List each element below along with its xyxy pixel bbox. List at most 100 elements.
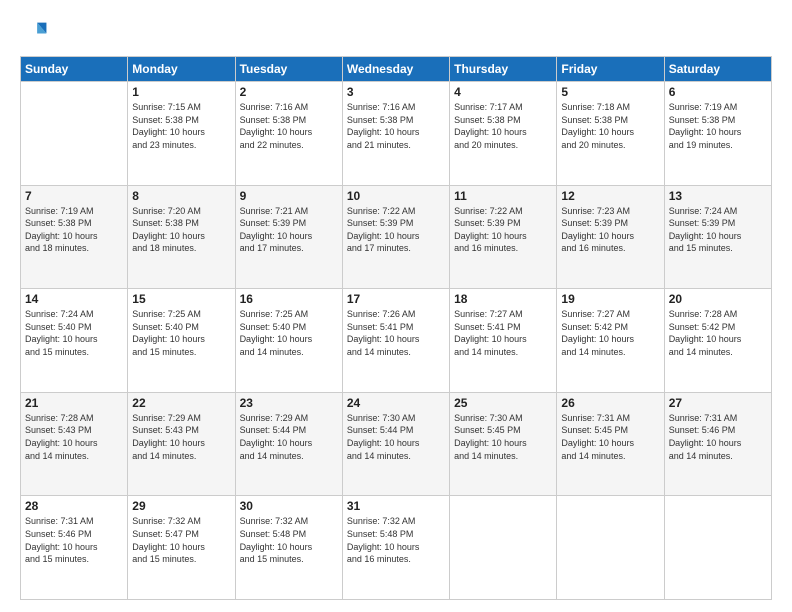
day-info: Sunrise: 7:19 AM Sunset: 5:38 PM Dayligh… [25,205,123,255]
day-of-week-header: Friday [557,57,664,82]
calendar-day-cell: 21 Sunrise: 7:28 AM Sunset: 5:43 PM Dayli… [21,392,128,496]
calendar-day-cell [450,496,557,600]
calendar-week-row: 1Sunrise: 7:15 AM Sunset: 5:38 PM Daylig… [21,82,772,186]
calendar-day-cell: 8 Sunrise: 7:20 AM Sunset: 5:38 PM Daylig… [128,185,235,289]
day-number: 19 [561,292,659,306]
day-info: Sunrise: 7:16 AM Sunset: 5:38 PM Dayligh… [240,101,338,151]
day-number: 20 [669,292,767,306]
calendar-day-cell: 26Sunrise: 7:31 AM Sunset: 5:45 PM Dayli… [557,392,664,496]
calendar-day-cell [21,82,128,186]
day-info: Sunrise: 7:32 AM Sunset: 5:48 PM Dayligh… [347,515,445,565]
day-number: 18 [454,292,552,306]
calendar-day-cell: 2 Sunrise: 7:16 AM Sunset: 5:38 PM Daylig… [235,82,342,186]
day-of-week-header: Saturday [664,57,771,82]
calendar-day-cell: 19 Sunrise: 7:27 AM Sunset: 5:42 PM Dayli… [557,289,664,393]
day-number: 17 [347,292,445,306]
calendar-day-cell: 5Sunrise: 7:18 AM Sunset: 5:38 PM Daylig… [557,82,664,186]
day-number: 2 [240,85,338,99]
day-number: 8 [132,189,230,203]
day-of-week-header: Monday [128,57,235,82]
calendar-day-cell: 6 Sunrise: 7:19 AM Sunset: 5:38 PM Daylig… [664,82,771,186]
day-of-week-header: Sunday [21,57,128,82]
calendar-day-cell: 24 Sunrise: 7:30 AM Sunset: 5:44 PM Dayli… [342,392,449,496]
day-number: 11 [454,189,552,203]
calendar-day-cell: 27Sunrise: 7:31 AM Sunset: 5:46 PM Dayli… [664,392,771,496]
calendar-week-row: 14Sunrise: 7:24 AM Sunset: 5:40 PM Dayli… [21,289,772,393]
day-number: 4 [454,85,552,99]
calendar-day-cell: 10 Sunrise: 7:22 AM Sunset: 5:39 PM Dayli… [342,185,449,289]
calendar-day-cell: 20 Sunrise: 7:28 AM Sunset: 5:42 PM Dayli… [664,289,771,393]
calendar-week-row: 21 Sunrise: 7:28 AM Sunset: 5:43 PM Dayli… [21,392,772,496]
day-info: Sunrise: 7:24 AM Sunset: 5:40 PM Dayligh… [25,308,123,358]
day-info: Sunrise: 7:22 AM Sunset: 5:39 PM Dayligh… [347,205,445,255]
calendar-day-cell: 14Sunrise: 7:24 AM Sunset: 5:40 PM Dayli… [21,289,128,393]
page: SundayMondayTuesdayWednesdayThursdayFrid… [0,0,792,612]
calendar-day-cell: 9 Sunrise: 7:21 AM Sunset: 5:39 PM Daylig… [235,185,342,289]
calendar-day-cell: 18 Sunrise: 7:27 AM Sunset: 5:41 PM Dayli… [450,289,557,393]
calendar-week-row: 28 Sunrise: 7:31 AM Sunset: 5:46 PM Dayli… [21,496,772,600]
day-info: Sunrise: 7:22 AM Sunset: 5:39 PM Dayligh… [454,205,552,255]
calendar-day-cell: 11 Sunrise: 7:22 AM Sunset: 5:39 PM Dayli… [450,185,557,289]
day-info: Sunrise: 7:25 AM Sunset: 5:40 PM Dayligh… [132,308,230,358]
day-info: Sunrise: 7:20 AM Sunset: 5:38 PM Dayligh… [132,205,230,255]
calendar-day-cell: 1Sunrise: 7:15 AM Sunset: 5:38 PM Daylig… [128,82,235,186]
day-number: 29 [132,499,230,513]
logo-icon [20,18,48,46]
calendar-day-cell: 31 Sunrise: 7:32 AM Sunset: 5:48 PM Dayli… [342,496,449,600]
day-number: 25 [454,396,552,410]
day-info: Sunrise: 7:17 AM Sunset: 5:38 PM Dayligh… [454,101,552,151]
day-info: Sunrise: 7:23 AM Sunset: 5:39 PM Dayligh… [561,205,659,255]
day-info: Sunrise: 7:30 AM Sunset: 5:45 PM Dayligh… [454,412,552,462]
day-info: Sunrise: 7:24 AM Sunset: 5:39 PM Dayligh… [669,205,767,255]
day-number: 10 [347,189,445,203]
day-number: 12 [561,189,659,203]
day-info: Sunrise: 7:27 AM Sunset: 5:41 PM Dayligh… [454,308,552,358]
day-number: 13 [669,189,767,203]
calendar-day-cell: 23 Sunrise: 7:29 AM Sunset: 5:44 PM Dayli… [235,392,342,496]
day-info: Sunrise: 7:29 AM Sunset: 5:44 PM Dayligh… [240,412,338,462]
day-info: Sunrise: 7:25 AM Sunset: 5:40 PM Dayligh… [240,308,338,358]
day-number: 3 [347,85,445,99]
day-info: Sunrise: 7:29 AM Sunset: 5:43 PM Dayligh… [132,412,230,462]
calendar-day-cell: 17Sunrise: 7:26 AM Sunset: 5:41 PM Dayli… [342,289,449,393]
calendar-day-cell: 13 Sunrise: 7:24 AM Sunset: 5:39 PM Dayli… [664,185,771,289]
day-info: Sunrise: 7:30 AM Sunset: 5:44 PM Dayligh… [347,412,445,462]
calendar-day-cell: 30Sunrise: 7:32 AM Sunset: 5:48 PM Dayli… [235,496,342,600]
day-of-week-header: Tuesday [235,57,342,82]
day-number: 30 [240,499,338,513]
day-number: 6 [669,85,767,99]
day-info: Sunrise: 7:19 AM Sunset: 5:38 PM Dayligh… [669,101,767,151]
calendar-day-cell: 4 Sunrise: 7:17 AM Sunset: 5:38 PM Daylig… [450,82,557,186]
day-number: 7 [25,189,123,203]
calendar-day-cell: 3 Sunrise: 7:16 AM Sunset: 5:38 PM Daylig… [342,82,449,186]
calendar-table: SundayMondayTuesdayWednesdayThursdayFrid… [20,56,772,600]
day-info: Sunrise: 7:27 AM Sunset: 5:42 PM Dayligh… [561,308,659,358]
calendar-day-cell [664,496,771,600]
day-info: Sunrise: 7:31 AM Sunset: 5:46 PM Dayligh… [669,412,767,462]
day-number: 31 [347,499,445,513]
day-number: 16 [240,292,338,306]
calendar-day-cell: 15Sunrise: 7:25 AM Sunset: 5:40 PM Dayli… [128,289,235,393]
day-info: Sunrise: 7:32 AM Sunset: 5:47 PM Dayligh… [132,515,230,565]
calendar-day-cell [557,496,664,600]
day-info: Sunrise: 7:21 AM Sunset: 5:39 PM Dayligh… [240,205,338,255]
header [20,18,772,46]
calendar-day-cell: 12 Sunrise: 7:23 AM Sunset: 5:39 PM Dayli… [557,185,664,289]
day-number: 9 [240,189,338,203]
day-of-week-header: Wednesday [342,57,449,82]
day-number: 24 [347,396,445,410]
logo [20,18,52,46]
day-number: 21 [25,396,123,410]
day-info: Sunrise: 7:31 AM Sunset: 5:45 PM Dayligh… [561,412,659,462]
day-info: Sunrise: 7:16 AM Sunset: 5:38 PM Dayligh… [347,101,445,151]
day-number: 5 [561,85,659,99]
day-info: Sunrise: 7:28 AM Sunset: 5:43 PM Dayligh… [25,412,123,462]
day-of-week-header: Thursday [450,57,557,82]
day-number: 28 [25,499,123,513]
day-number: 23 [240,396,338,410]
calendar-header-row: SundayMondayTuesdayWednesdayThursdayFrid… [21,57,772,82]
calendar-week-row: 7 Sunrise: 7:19 AM Sunset: 5:38 PM Daylig… [21,185,772,289]
day-info: Sunrise: 7:28 AM Sunset: 5:42 PM Dayligh… [669,308,767,358]
calendar-day-cell: 22Sunrise: 7:29 AM Sunset: 5:43 PM Dayli… [128,392,235,496]
day-info: Sunrise: 7:31 AM Sunset: 5:46 PM Dayligh… [25,515,123,565]
